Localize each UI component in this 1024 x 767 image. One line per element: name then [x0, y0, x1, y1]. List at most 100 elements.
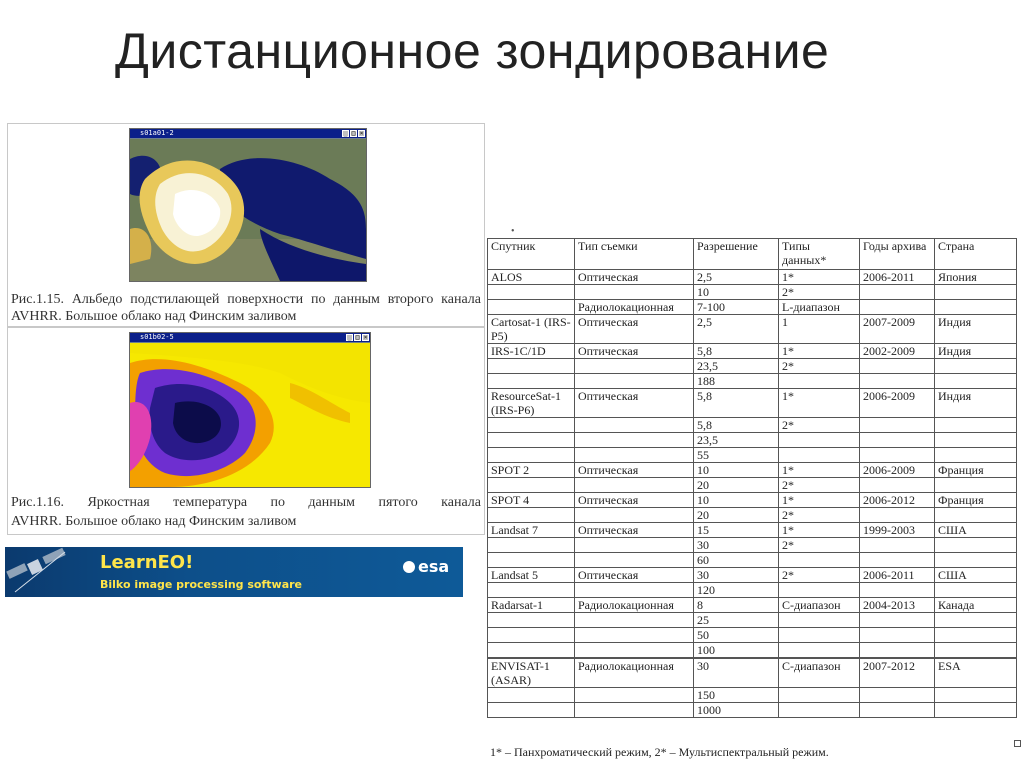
table-cell-type [574, 358, 694, 374]
table-cell-sat [487, 627, 575, 643]
table-cell-years [859, 284, 935, 300]
table-cell-type [574, 477, 694, 493]
table-header-cell: Годы архива [859, 238, 935, 270]
table-cell-years [859, 642, 935, 658]
table-cell-country [934, 477, 1017, 493]
table-cell-dtype [778, 432, 860, 448]
table-cell-type: Радиолокационная [574, 658, 694, 688]
table-cell-sat [487, 432, 575, 448]
table-cell-type [574, 507, 694, 523]
table-cell-type: Радиолокационная [574, 299, 694, 315]
table-cell-dtype: L-диапазон [778, 299, 860, 315]
table-cell-res: 23,5 [693, 432, 779, 448]
table-row: 20 2* [487, 477, 1017, 493]
table-cell-res: 7-100 [693, 299, 779, 315]
table-cell-res: 120 [693, 582, 779, 598]
table-cell-type [574, 552, 694, 568]
table-cell-type: Оптическая [574, 567, 694, 583]
table-header-cell: Типы данных* [778, 238, 860, 270]
table-cell-years: 2002-2009 [859, 343, 935, 359]
table-cell-res: 30 [693, 567, 779, 583]
table-cell-sat [487, 417, 575, 433]
table-cell-country [934, 627, 1017, 643]
table-cell-country [934, 612, 1017, 628]
corner-marker [1014, 740, 1021, 747]
table-cell-years: 2004-2013 [859, 597, 935, 613]
table-cell-dtype: 2* [778, 417, 860, 433]
maximize-icon[interactable]: □ [354, 334, 361, 341]
table-cell-sat: ENVISAT-1 (ASAR) [487, 658, 575, 688]
brightness-temperature-image [130, 343, 370, 487]
table-cell-dtype [778, 447, 860, 463]
table-cell-dtype: 1 [778, 314, 860, 344]
table-cell-country [934, 447, 1017, 463]
table-cell-res: 2,5 [693, 314, 779, 344]
table-cell-type: Оптическая [574, 269, 694, 285]
table-cell-res: 5,8 [693, 388, 779, 418]
table-footnote: 1* – Панхроматический режим, 2* – Мульти… [490, 745, 829, 759]
table-cell-country [934, 642, 1017, 658]
table-cell-sat [487, 537, 575, 553]
esa-logo: esa [403, 557, 449, 576]
figure-1-caption-line-2: AVHRR. Большое облако над Финским заливо… [11, 309, 297, 324]
table-cell-res: 8 [693, 597, 779, 613]
minimize-icon[interactable]: _ [342, 130, 349, 137]
table-row: 1000 [487, 702, 1017, 718]
table-cell-type: Оптическая [574, 343, 694, 359]
table-cell-res: 188 [693, 373, 779, 389]
table-header-cell: Спутник [487, 238, 575, 270]
table-row: 100 [487, 642, 1017, 658]
table-cell-dtype: 2* [778, 477, 860, 493]
table-cell-country [934, 552, 1017, 568]
table-cell-res: 30 [693, 658, 779, 688]
satellite-table: Спутник Тип съемки Разрешение Типы данны… [487, 238, 1017, 718]
table-cell-sat: IRS-1C/1D [487, 343, 575, 359]
table-cell-sat [487, 358, 575, 374]
table-cell-sat: SPOT 4 [487, 492, 575, 508]
learneo-banner[interactable]: LearnEO! Bilko image processing software… [5, 547, 463, 597]
table-cell-years [859, 507, 935, 523]
table-cell-res: 100 [693, 642, 779, 658]
close-icon[interactable]: × [358, 130, 365, 137]
table-cell-years: 2006-2011 [859, 567, 935, 583]
table-body: ALOS Оптическая 2,5 1* 2006-2011 Япония 10 2* Ра… [487, 269, 1017, 718]
table-cell-country [934, 582, 1017, 598]
table-cell-type [574, 284, 694, 300]
table-row: 10 2* [487, 284, 1017, 300]
table-cell-country [934, 373, 1017, 389]
table-cell-res: 1000 [693, 702, 779, 718]
table-cell-res: 20 [693, 477, 779, 493]
table-cell-dtype [778, 373, 860, 389]
close-icon[interactable]: × [362, 334, 369, 341]
table-cell-res: 10 [693, 492, 779, 508]
minimize-icon[interactable]: _ [346, 334, 353, 341]
table-cell-dtype: 2* [778, 567, 860, 583]
table-cell-sat [487, 299, 575, 315]
table-cell-sat [487, 687, 575, 703]
table-cell-type [574, 537, 694, 553]
maximize-icon[interactable]: □ [350, 130, 357, 137]
table-cell-dtype [778, 642, 860, 658]
learneo-title: LearnEO! [100, 552, 194, 573]
table-cell-dtype: 1* [778, 343, 860, 359]
esa-logo-text: esa [418, 557, 450, 576]
table-cell-years: 2006-2011 [859, 269, 935, 285]
table-cell-dtype: C-диапазон [778, 597, 860, 613]
table-row: 23,5 [487, 432, 1017, 448]
learneo-subtitle: Bilko image processing software [100, 578, 303, 591]
table-cell-country: Индия [934, 314, 1017, 344]
table-cell-res: 60 [693, 552, 779, 568]
table-cell-years [859, 537, 935, 553]
table-cell-country [934, 687, 1017, 703]
window-controls: _ □ × [346, 334, 369, 341]
decorative-dot: • [511, 226, 515, 237]
table-cell-country: США [934, 522, 1017, 538]
figure-1-frame: s01a01-2 _ □ × Рис.1.15. Альбедо подстил… [7, 123, 485, 327]
table-cell-country: Индия [934, 388, 1017, 418]
table-cell-type: Оптическая [574, 314, 694, 344]
table-cell-type: Радиолокационная [574, 597, 694, 613]
table-cell-dtype: 1* [778, 492, 860, 508]
table-cell-country: Япония [934, 269, 1017, 285]
table-cell-sat [487, 284, 575, 300]
table-cell-years [859, 687, 935, 703]
